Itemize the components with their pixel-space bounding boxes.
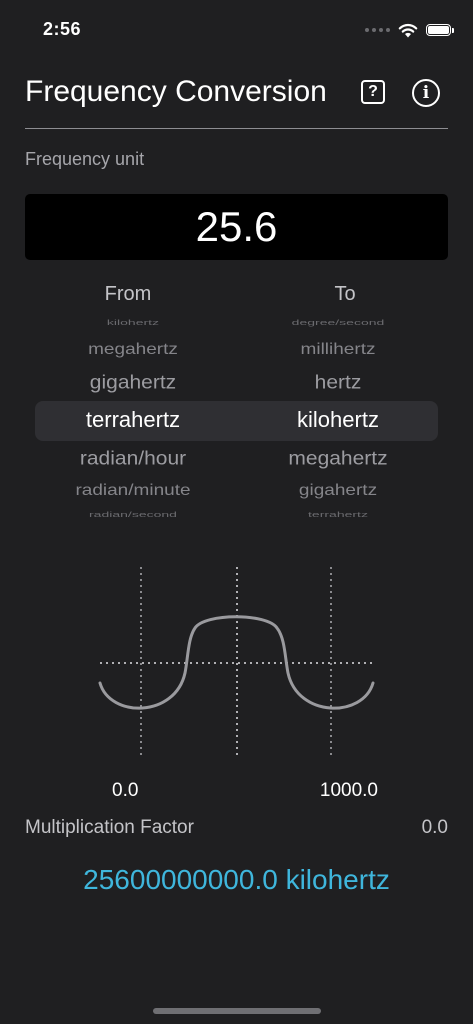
from-header: From bbox=[104, 283, 152, 305]
from-option[interactable]: megahertz bbox=[33, 341, 233, 359]
from-option[interactable]: radian/minute bbox=[33, 482, 233, 500]
battery-icon bbox=[426, 24, 454, 36]
to-option[interactable]: terrahertz bbox=[238, 510, 438, 519]
question-mark-icon: ? bbox=[368, 83, 378, 100]
from-option-selected[interactable]: terrahertz bbox=[33, 407, 233, 433]
to-option[interactable]: hertz bbox=[238, 372, 438, 395]
multiplication-factor-label: Multiplication Factor bbox=[25, 817, 194, 838]
to-option[interactable]: millihertz bbox=[238, 341, 438, 359]
signal-dots-icon bbox=[365, 28, 390, 32]
multiplication-factor-value: 0.0 bbox=[421, 817, 448, 838]
from-unit-wheel[interactable]: kilohertz megahertz gigahertz terrahertz… bbox=[33, 316, 233, 521]
unit-picker[interactable]: kilohertz megahertz gigahertz terrahertz… bbox=[0, 316, 473, 521]
range-min-label: 0.0 bbox=[112, 780, 139, 801]
from-option[interactable]: gigahertz bbox=[33, 372, 233, 395]
status-bar: 2:56 bbox=[0, 0, 473, 60]
page-title: Frequency Conversion bbox=[25, 75, 327, 108]
status-icons bbox=[365, 20, 454, 40]
info-button[interactable]: i bbox=[412, 79, 440, 107]
to-option[interactable]: gigahertz bbox=[238, 482, 438, 500]
to-option[interactable]: degree/second bbox=[238, 318, 438, 327]
help-button[interactable]: ? bbox=[361, 80, 385, 104]
to-option-selected[interactable]: kilohertz bbox=[238, 407, 438, 433]
from-option[interactable]: kilohertz bbox=[33, 318, 233, 327]
from-option[interactable]: radian/second bbox=[33, 510, 233, 519]
value-input[interactable] bbox=[25, 194, 448, 260]
waveform-graph bbox=[98, 567, 375, 759]
unit-label: Frequency unit bbox=[25, 149, 145, 169]
to-option[interactable]: megahertz bbox=[238, 448, 438, 471]
from-option[interactable]: radian/hour bbox=[33, 448, 233, 471]
home-indicator[interactable] bbox=[153, 1008, 321, 1014]
info-icon: i bbox=[422, 83, 430, 103]
status-time: 2:56 bbox=[43, 19, 82, 39]
header-divider bbox=[25, 128, 448, 129]
range-max-label: 1000.0 bbox=[319, 780, 378, 801]
wifi-icon bbox=[398, 23, 418, 37]
conversion-result: 25600000000.0 kilohertz bbox=[83, 864, 390, 895]
to-unit-wheel[interactable]: degree/second millihertz hertz kilohertz… bbox=[238, 316, 438, 521]
to-header: To bbox=[334, 283, 356, 305]
